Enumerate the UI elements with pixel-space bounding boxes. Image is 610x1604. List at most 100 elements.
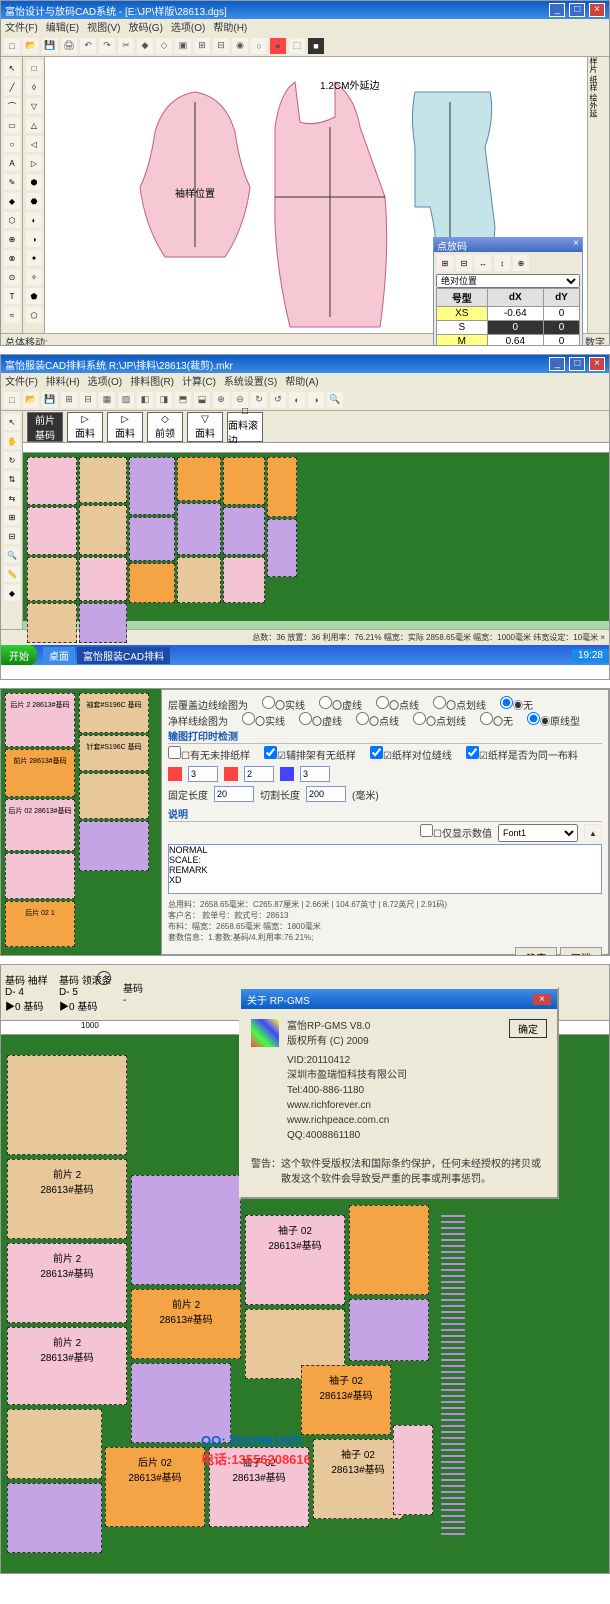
panel-close-icon[interactable]: × — [573, 238, 579, 252]
piece-thumb[interactable]: ▷面料 — [67, 412, 103, 442]
marker-piece[interactable] — [177, 503, 221, 555]
tool-icon[interactable]: ⬢ — [25, 173, 43, 191]
param2-input[interactable] — [244, 766, 274, 782]
tool-icon[interactable]: ◁ — [25, 135, 43, 153]
tool-icon[interactable]: ⊞ — [3, 508, 21, 526]
about-titlebar[interactable]: 关于 RP-GMS × — [241, 989, 557, 1009]
grading-panel[interactable]: 点放码 × ⊞ ⊟ ↔ ↕ ⊕ 绝对位置 号型dXdY XS-0.640 — [433, 237, 583, 346]
tool-icon[interactable]: ▽ — [25, 97, 43, 115]
marker-piece[interactable]: 前片 2 28613#基码 — [7, 1243, 127, 1323]
task-item[interactable]: 桌面 — [43, 647, 75, 664]
radio-solid[interactable]: 〇实线 — [262, 696, 305, 712]
panel-tool-icon[interactable]: ⊟ — [455, 254, 473, 272]
tool-icon[interactable]: ⊟ — [79, 391, 97, 409]
maximize-button[interactable]: □ — [569, 3, 585, 17]
tool-icon[interactable]: ◐ — [288, 391, 306, 409]
piece-tab[interactable]: 基码- — [123, 980, 163, 1006]
desc-textarea[interactable]: NORMAL SCALE: REMARK XD — [168, 844, 602, 894]
piece-thumb[interactable]: ◇前领 — [147, 412, 183, 442]
marker-piece[interactable]: 袖套#S196C 基码 — [79, 693, 149, 733]
marker-piece[interactable]: 袖子 02 28613#基码 — [245, 1215, 345, 1305]
tool-icon[interactable]: ◐ — [25, 211, 43, 229]
marker-piece[interactable] — [79, 821, 149, 871]
tool-icon[interactable]: ■ — [307, 37, 325, 55]
marker-piece[interactable] — [177, 457, 221, 501]
tool-icon[interactable]: ⬓ — [193, 391, 211, 409]
panel-tool-icon[interactable]: ↕ — [493, 254, 511, 272]
url1[interactable]: www.richforever.cn — [287, 1098, 547, 1113]
menu-item[interactable]: 计算(C) — [182, 373, 216, 389]
chk-unplaced[interactable]: ☐有无未排纸样 — [168, 746, 250, 762]
circle-icon[interactable] — [97, 971, 111, 985]
cancel-button[interactable]: 取消 — [560, 947, 602, 956]
marker-piece[interactable]: 针套#S196C 基码 — [79, 735, 149, 771]
menu-item[interactable]: 选项(O) — [88, 373, 122, 389]
tool-icon[interactable]: ◇ — [155, 37, 173, 55]
tool-icon[interactable]: ✦ — [25, 249, 43, 267]
tool-icon[interactable]: △ — [25, 116, 43, 134]
tool-icon[interactable]: ◧ — [136, 391, 154, 409]
cut-length-input[interactable] — [306, 786, 346, 802]
marker-piece[interactable] — [223, 557, 265, 603]
marker-piece[interactable] — [27, 603, 77, 643]
circle-icon[interactable]: ○ — [3, 135, 21, 153]
marker-piece[interactable]: 前片 2 28613#基码 — [7, 1159, 127, 1239]
tool-icon[interactable]: 💾 — [41, 391, 59, 409]
tool-icon[interactable]: ⇅ — [3, 470, 21, 488]
tool-icon[interactable]: ◆ — [136, 37, 154, 55]
maximize-button[interactable]: □ — [569, 357, 585, 371]
red-square-icon[interactable] — [168, 767, 182, 781]
menu-item[interactable]: 排料图(R) — [130, 373, 174, 389]
curve-icon[interactable]: ⌒ — [3, 97, 21, 115]
grading-combo[interactable]: 绝对位置 — [436, 274, 580, 288]
ok-button[interactable]: 确定 — [509, 1019, 547, 1038]
tool-icon[interactable]: ⬒ — [174, 391, 192, 409]
tool-icon[interactable]: ⊕ — [212, 391, 230, 409]
marker-piece[interactable]: 后片 02 1 — [5, 901, 75, 947]
chk-aux[interactable]: ☑辅排架有无纸样 — [264, 746, 356, 762]
save-icon[interactable]: 💾 — [41, 37, 59, 55]
cut-icon[interactable]: ✂ — [117, 37, 135, 55]
tool-icon[interactable]: ⬚ — [288, 37, 306, 55]
tool-icon[interactable]: ⬡ — [3, 211, 21, 229]
marker-piece[interactable]: 袖子 02 28613#基码 — [301, 1365, 391, 1435]
close-button[interactable]: × — [589, 357, 605, 371]
redo-icon[interactable]: ↷ — [98, 37, 116, 55]
tool-icon[interactable]: ⊞ — [60, 391, 78, 409]
radio-dashdot[interactable]: 〇点划线 — [433, 696, 486, 712]
grading-table[interactable]: 号型dXdY XS-0.640 S00 M0.640 L1.580 — [436, 288, 580, 346]
piece-thumb[interactable]: ▽面料 — [187, 412, 223, 442]
tool-icon[interactable]: □ — [3, 391, 21, 409]
tool-icon[interactable]: ○ — [250, 37, 268, 55]
piece-thumb[interactable]: ▷面料 — [107, 412, 143, 442]
menu-item[interactable]: 文件(F) — [5, 373, 38, 389]
blue-square-icon[interactable] — [280, 767, 294, 781]
tool-icon[interactable]: ◉ — [231, 37, 249, 55]
marker-piece[interactable] — [79, 457, 127, 503]
marker-canvas[interactable] — [23, 453, 609, 621]
tool-icon[interactable]: ✧ — [25, 268, 43, 286]
menu-view[interactable]: 视图(V) — [87, 19, 120, 35]
marker-piece[interactable] — [27, 457, 77, 505]
close-button[interactable]: × — [589, 3, 605, 17]
piece-thumb[interactable]: 前片基码 — [27, 412, 63, 442]
param3-input[interactable] — [300, 766, 330, 782]
menu-item[interactable]: 系统设置(S) — [224, 373, 277, 389]
task-item[interactable]: 富怡服装CAD排料 — [77, 647, 170, 664]
marker-piece[interactable]: 前片 2 28613#基码 — [7, 1327, 127, 1405]
open-icon[interactable]: 📂 — [22, 37, 40, 55]
tool-icon[interactable]: ⊟ — [3, 527, 21, 545]
marker-canvas[interactable]: 前片 2 28613#基码 前片 2 28613#基码 前片 2 28613#基… — [1, 1035, 609, 1574]
marker-piece[interactable] — [79, 505, 127, 555]
marker-piece[interactable] — [349, 1299, 429, 1361]
marker-piece[interactable] — [267, 457, 297, 517]
radio-dot[interactable]: 〇点线 — [376, 696, 419, 712]
marker-piece[interactable] — [79, 557, 127, 601]
design-canvas[interactable]: 袖样位置 1.2CM外延边 点放码 × — [45, 57, 587, 333]
rect-icon[interactable]: ▭ — [3, 116, 21, 134]
new-icon[interactable]: □ — [3, 37, 21, 55]
menu-options[interactable]: 选项(O) — [171, 19, 205, 35]
radio-none[interactable]: ◉无 — [500, 696, 533, 712]
marker-piece[interactable] — [393, 1425, 433, 1515]
close-icon[interactable]: × — [533, 994, 551, 1005]
